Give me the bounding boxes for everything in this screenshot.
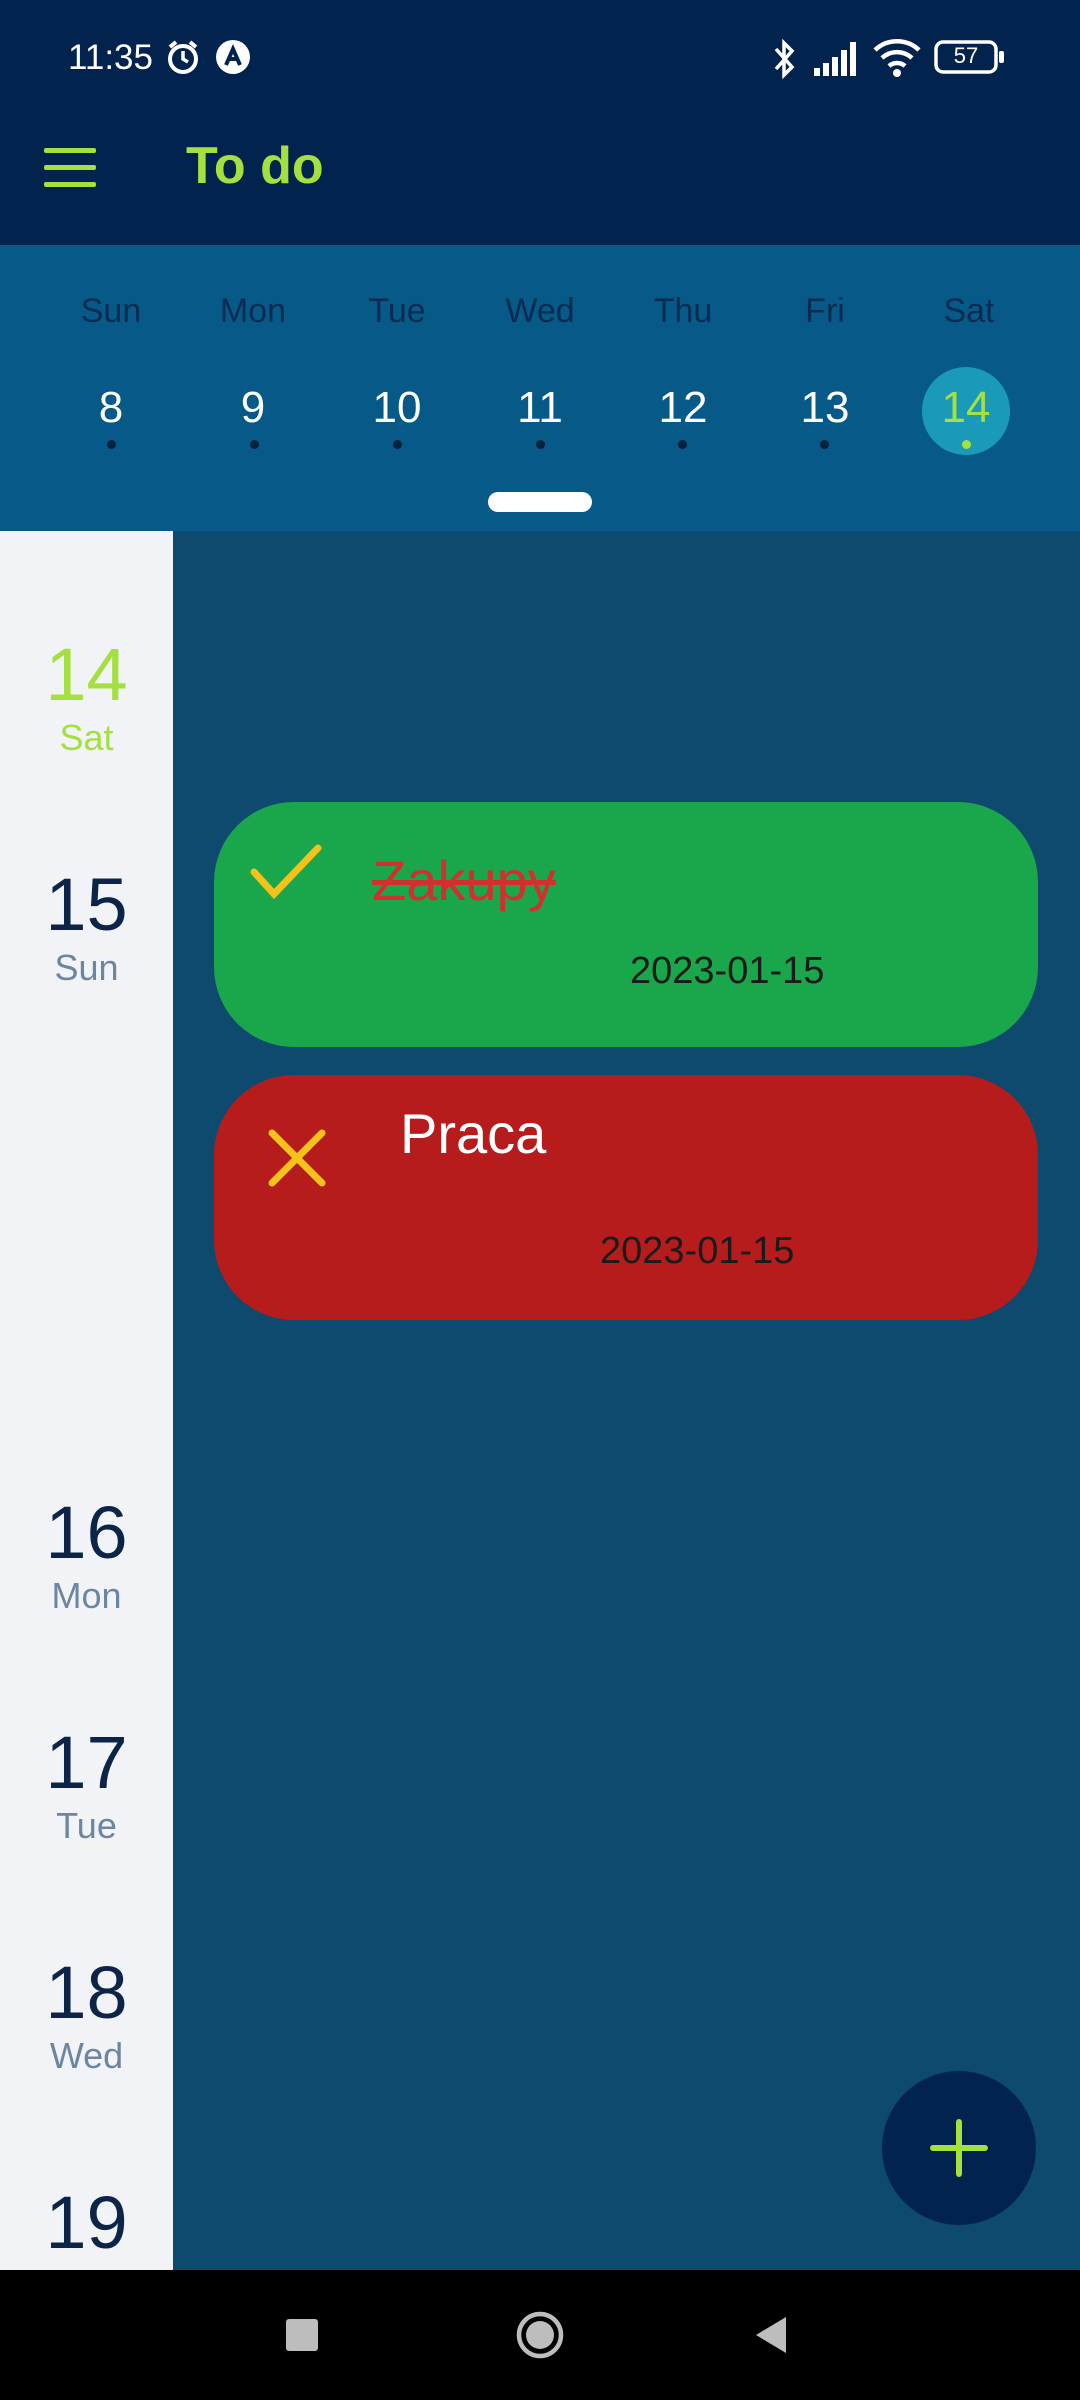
task-date: 2023-01-15 [600, 1230, 795, 1272]
event-dot [678, 440, 687, 449]
add-task-button[interactable] [882, 2071, 1036, 2225]
rail-day-name: Sat [59, 717, 114, 758]
checkmark-icon[interactable] [250, 842, 322, 907]
rail-day-number: 17 [45, 1721, 128, 1804]
hamburger-menu-icon[interactable] [44, 148, 96, 188]
week-day-14[interactable]: 14 [896, 383, 1036, 433]
week-day-10[interactable]: 10 [327, 383, 467, 433]
bluetooth-icon [770, 38, 800, 85]
week-day-13[interactable]: 13 [755, 383, 895, 433]
week-day-12[interactable]: 12 [613, 383, 753, 433]
event-dot [250, 440, 259, 449]
rail-day-name: Tue [56, 1805, 117, 1846]
weekday-label: Fri [805, 292, 845, 330]
rail-day-name: Mon [51, 1575, 122, 1616]
alarm-icon [164, 38, 202, 81]
event-dot [962, 440, 971, 449]
event-dot [107, 440, 116, 449]
rail-day-19[interactable]: 19 [0, 2180, 173, 2265]
week-day-9[interactable]: 9 [183, 383, 323, 433]
rail-day-15[interactable]: 15 Sun [0, 862, 173, 989]
task-title: Zakupy [372, 849, 556, 912]
weekday-label: Sat [943, 292, 995, 330]
close-icon[interactable] [266, 1127, 328, 1194]
recents-button[interactable] [286, 2319, 318, 2351]
event-dot [536, 440, 545, 449]
task-card-pending[interactable]: Praca 2023-01-15 [214, 1075, 1038, 1320]
week-day-11[interactable]: 11 [470, 383, 610, 433]
task-title: Praca [400, 1102, 547, 1165]
week-day-8[interactable]: 8 [41, 383, 181, 433]
weekday-label: Wed [505, 292, 575, 330]
battery-icon: 57 [934, 40, 1006, 79]
back-button[interactable] [752, 2315, 792, 2355]
task-date: 2023-01-15 [630, 950, 825, 992]
wifi-icon [872, 38, 922, 83]
rail-day-number: 14 [45, 633, 128, 716]
rail-day-name: Sun [54, 947, 119, 988]
battery-level: 57 [953, 43, 979, 68]
weekday-label: Sun [80, 292, 142, 330]
rail-day-17[interactable]: 17 Tue [0, 1720, 173, 1847]
rail-day-number: 15 [45, 863, 128, 946]
weekday-label: Tue [368, 292, 426, 330]
rail-day-name: Wed [49, 2035, 124, 2076]
drag-handle[interactable] [488, 492, 592, 512]
rail-day-14[interactable]: 14 Sat [0, 632, 173, 759]
app-indicator-icon [214, 38, 252, 81]
event-dot [393, 440, 402, 449]
status-time: 11:35 [68, 38, 153, 77]
app-header [0, 0, 1080, 245]
page-title: To do [186, 137, 324, 195]
rail-day-number: 18 [45, 1951, 128, 2034]
rail-day-number: 19 [45, 2181, 128, 2264]
rail-day-18[interactable]: 18 Wed [0, 1950, 173, 2077]
rail-day-number: 16 [45, 1491, 128, 1574]
task-card-done[interactable]: Zakupy 2023-01-15 [214, 802, 1038, 1047]
signal-icon [812, 38, 862, 83]
weekday-label: Thu [653, 292, 713, 330]
weekday-label: Mon [219, 292, 287, 330]
home-button[interactable] [515, 2310, 565, 2360]
event-dot [820, 440, 829, 449]
plus-icon [930, 2119, 988, 2177]
rail-day-16[interactable]: 16 Mon [0, 1490, 173, 1617]
